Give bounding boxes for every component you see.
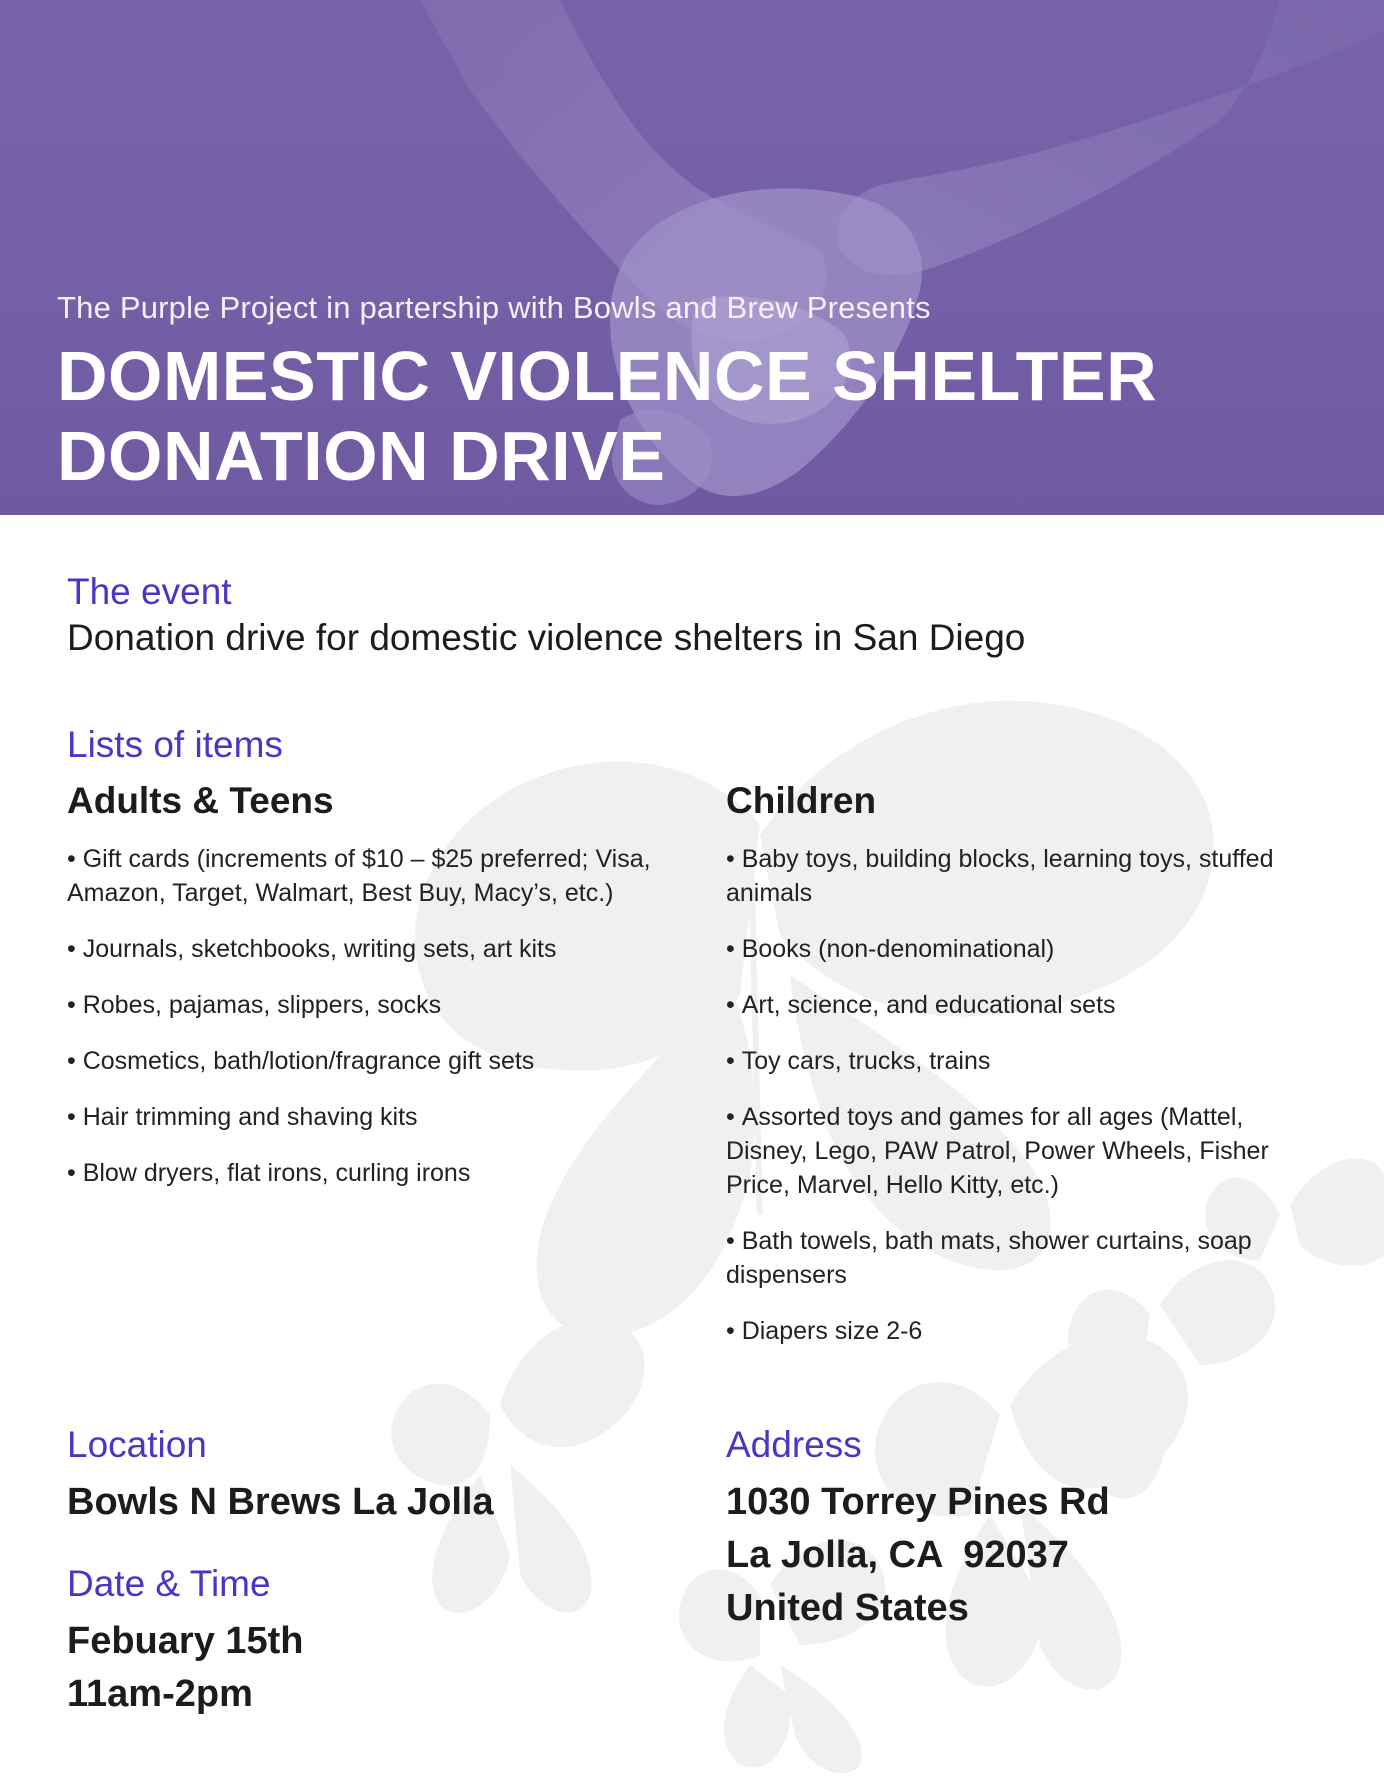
- datetime-label: Date & Time: [67, 1563, 271, 1604]
- address-line-3: United States: [726, 1587, 969, 1629]
- children-heading: Children: [726, 780, 877, 821]
- list-item: Baby toys, building blocks, learning toy…: [726, 842, 1326, 910]
- address-label: Address: [726, 1424, 862, 1465]
- address-value: 1030 Torrey Pines Rd La Jolla, CA 92037 …: [726, 1476, 1110, 1635]
- adults-heading: Adults & Teens: [67, 780, 334, 821]
- list-item: Hair trimming and shaving kits: [67, 1100, 687, 1134]
- presenter-line: The Purple Project in partership with Bo…: [57, 290, 931, 325]
- list-item: Journals, sketchbooks, writing sets, art…: [67, 932, 687, 966]
- list-item: Assorted toys and games for all ages (Ma…: [726, 1100, 1326, 1202]
- event-date: Febuary 15th: [67, 1620, 304, 1662]
- title-line-1: DOMESTIC VIOLENCE SHELTER: [57, 337, 1158, 415]
- list-item: Art, science, and educational sets: [726, 988, 1326, 1022]
- list-item: Gift cards (increments of $10 – $25 pref…: [67, 842, 687, 910]
- list-item: Robes, pajamas, slippers, socks: [67, 988, 687, 1022]
- hero-banner: The Purple Project in partership with Bo…: [0, 0, 1384, 515]
- flyer-page: The Purple Project in partership with Bo…: [0, 0, 1384, 1781]
- location-label: Location: [67, 1424, 207, 1465]
- list-item: Diapers size 2-6: [726, 1314, 1326, 1348]
- event-description: Donation drive for domestic violence she…: [67, 617, 1026, 658]
- title-line-2: DONATION DRIVE: [57, 417, 666, 495]
- list-item: Books (non-denominational): [726, 932, 1326, 966]
- list-item: Toy cars, trucks, trains: [726, 1044, 1326, 1078]
- datetime-value: Febuary 15th 11am-2pm: [67, 1615, 304, 1721]
- address-line-1: 1030 Torrey Pines Rd: [726, 1481, 1110, 1523]
- location-value: Bowls N Brews La Jolla: [67, 1476, 494, 1529]
- page-title: DOMESTIC VIOLENCE SHELTER DONATION DRIVE: [57, 336, 1157, 496]
- event-label: The event: [67, 571, 232, 612]
- list-item: Cosmetics, bath/lotion/fragrance gift se…: [67, 1044, 687, 1078]
- event-time: 11am-2pm: [67, 1673, 253, 1715]
- children-item-list: Baby toys, building blocks, learning toy…: [726, 842, 1326, 1370]
- list-item: Blow dryers, flat irons, curling irons: [67, 1156, 687, 1190]
- address-line-2: La Jolla, CA 92037: [726, 1534, 1069, 1576]
- adults-item-list: Gift cards (increments of $10 – $25 pref…: [67, 842, 687, 1212]
- items-label: Lists of items: [67, 724, 283, 765]
- list-item: Bath towels, bath mats, shower curtains,…: [726, 1224, 1326, 1292]
- location-name: Bowls N Brews La Jolla: [67, 1481, 494, 1523]
